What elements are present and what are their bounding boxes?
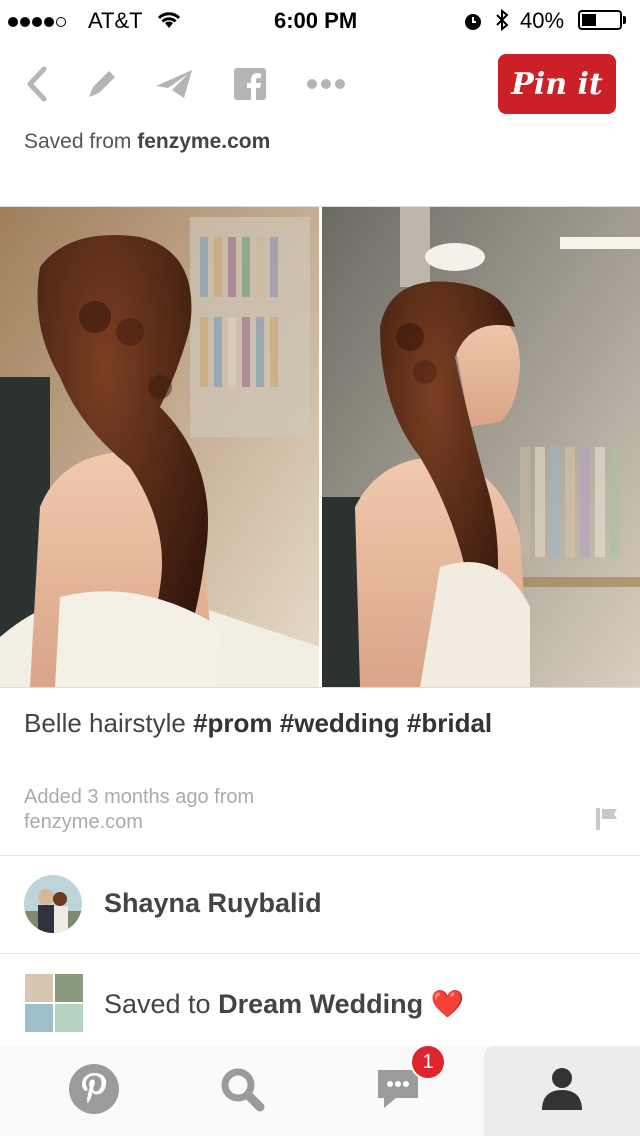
saved-to-prefix: Saved to <box>104 989 211 1019</box>
avatar[interactable] <box>24 875 82 933</box>
profile-icon <box>540 1066 584 1117</box>
saved-from-line: Saved from fenzyme.com <box>24 130 270 154</box>
wifi-icon <box>156 10 182 35</box>
carrier-label: AT&T <box>88 8 143 33</box>
tab-home[interactable] <box>14 1046 174 1136</box>
search-icon <box>218 1065 266 1118</box>
divider <box>0 855 640 856</box>
battery-percent: 40% <box>520 8 565 33</box>
saved-to-board[interactable]: Saved to Dream Wedding ❤️ <box>104 988 464 1020</box>
signal-strength-icon <box>8 14 68 32</box>
report-flag-icon[interactable] <box>596 808 618 835</box>
clock: 6:00 PM <box>274 8 358 33</box>
battery-cap <box>623 16 626 24</box>
board-thumbnail[interactable] <box>24 973 84 1033</box>
back-chevron-icon[interactable] <box>16 64 56 104</box>
added-info: Added 3 months ago from fenzyme.com <box>24 785 254 835</box>
added-line2[interactable]: fenzyme.com <box>24 810 254 835</box>
added-line1: Added 3 months ago from <box>24 786 255 808</box>
battery-icon <box>578 10 622 30</box>
bluetooth-icon <box>494 8 510 37</box>
saved-from-prefix: Saved from <box>24 130 132 153</box>
tab-search[interactable] <box>162 1046 322 1136</box>
board-name[interactable]: Dream Wedding <box>218 989 423 1019</box>
description-text: Belle hairstyle <box>24 708 186 738</box>
pin-it-button[interactable]: Pin it <box>498 54 616 114</box>
tab-profile[interactable] <box>484 1046 640 1136</box>
send-icon[interactable] <box>154 64 194 104</box>
divider <box>0 953 640 954</box>
pin-image[interactable] <box>0 206 640 688</box>
saved-from-domain[interactable]: fenzyme.com <box>137 130 270 153</box>
alarm-icon <box>462 10 484 37</box>
more-dots-icon[interactable] <box>306 64 346 104</box>
tab-messages[interactable] <box>318 1046 478 1136</box>
status-bar: AT&T 6:00 PM 40% <box>0 0 640 40</box>
notification-badge[interactable]: 1 <box>410 1044 446 1080</box>
pinner-name[interactable]: Shayna Ruybalid <box>104 888 322 919</box>
heart-icon: ❤️ <box>430 989 465 1019</box>
facebook-icon[interactable] <box>230 64 270 104</box>
home-pinterest-icon <box>68 1063 120 1120</box>
hashtags[interactable]: #prom #wedding #bridal <box>193 708 492 738</box>
pin-description: Belle hairstyle #prom #wedding #bridal <box>24 708 492 739</box>
edit-pencil-icon[interactable] <box>82 64 122 104</box>
